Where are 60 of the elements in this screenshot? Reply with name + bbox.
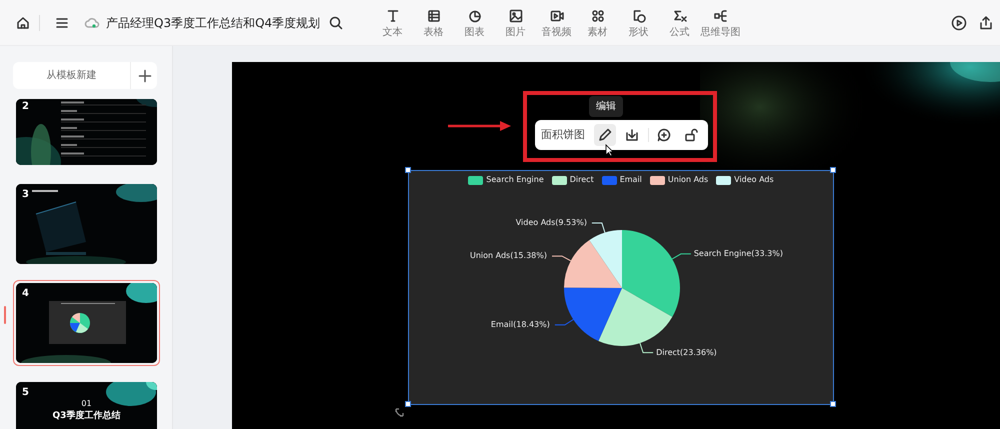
- toolbar-tool[interactable]: 音视频: [536, 8, 577, 38]
- section-title: Q3季度工作总结: [52, 410, 120, 422]
- slide-thumbnail[interactable]: 4: [13, 280, 160, 366]
- leader-line: [554, 319, 574, 326]
- toolbar-tool[interactable]: 表格: [413, 8, 454, 38]
- toolbar-tool[interactable]: 图片: [495, 8, 536, 38]
- chart-type-label: 面积饼图: [541, 126, 585, 143]
- play-icon: [951, 15, 967, 32]
- leader-line: [591, 222, 606, 234]
- rotate-handle-icon[interactable]: [394, 406, 406, 418]
- mind-map-icon: [712, 8, 728, 24]
- home-icon: [15, 15, 31, 32]
- leader-line: [640, 342, 654, 354]
- legend-label: Email: [620, 174, 642, 186]
- slide-number: 5: [22, 386, 29, 400]
- grid-icon: [590, 8, 606, 24]
- comment-add-icon: [656, 127, 672, 143]
- toolbar-tool[interactable]: 形状: [618, 8, 659, 38]
- toolbar-tool[interactable]: 文本: [372, 8, 413, 38]
- arrow: [448, 121, 511, 131]
- toolbar-tool[interactable]: 思维导图: [700, 8, 741, 38]
- legend-label: Direct: [570, 174, 594, 186]
- resize-handle[interactable]: [830, 401, 836, 407]
- slide-number: 3: [22, 188, 29, 202]
- slide-number: 2: [22, 100, 29, 114]
- edit-button[interactable]: [594, 124, 616, 146]
- leader-line: [672, 253, 692, 260]
- selection-indicator: [4, 306, 6, 324]
- toolbar-tool[interactable]: 公式: [659, 8, 700, 38]
- slide-thumbnail[interactable]: 5 01 Q3季度工作总结: [13, 379, 160, 429]
- image-icon: [508, 8, 524, 24]
- data-label: Email(18.43%): [490, 318, 550, 331]
- toolbar-tool[interactable]: 素材: [577, 8, 618, 38]
- legend-label: Union Ads: [668, 174, 708, 186]
- slide-thumbnail[interactable]: 3: [13, 181, 160, 267]
- slide-thumbnail[interactable]: 2: [13, 96, 160, 168]
- add-slide-button[interactable]: [130, 62, 157, 89]
- search-icon: [328, 15, 344, 32]
- toolbar-tool[interactable]: 图表: [454, 8, 495, 38]
- data-label: Video Ads(9.53%): [516, 217, 587, 230]
- leader-line: [552, 256, 572, 262]
- resize-handle[interactable]: [405, 167, 411, 173]
- tooltip: 编辑: [589, 96, 623, 117]
- section-number: 01: [81, 399, 92, 410]
- data-label: Union Ads(15.38%): [470, 250, 547, 262]
- slide-number: 4: [22, 287, 29, 301]
- resize-handle[interactable]: [405, 401, 411, 407]
- download-icon: [624, 127, 640, 143]
- data-label: Direct(23.36%): [656, 346, 717, 359]
- share-icon: [978, 15, 994, 32]
- plus-icon: [137, 68, 153, 84]
- table-icon: [426, 8, 442, 24]
- legend-label: Video Ads: [734, 174, 774, 186]
- legend-label: Search Engine: [486, 174, 544, 186]
- document-title: 产品经理Q3季度工作总结和Q4季度规划: [106, 14, 320, 32]
- pencil-icon: [596, 127, 613, 143]
- unlock-icon: [683, 127, 700, 143]
- data-label: Search Engine(33.3%): [694, 248, 783, 260]
- resize-handle[interactable]: [830, 167, 836, 173]
- new-from-template-button[interactable]: 从模板新建: [13, 62, 130, 89]
